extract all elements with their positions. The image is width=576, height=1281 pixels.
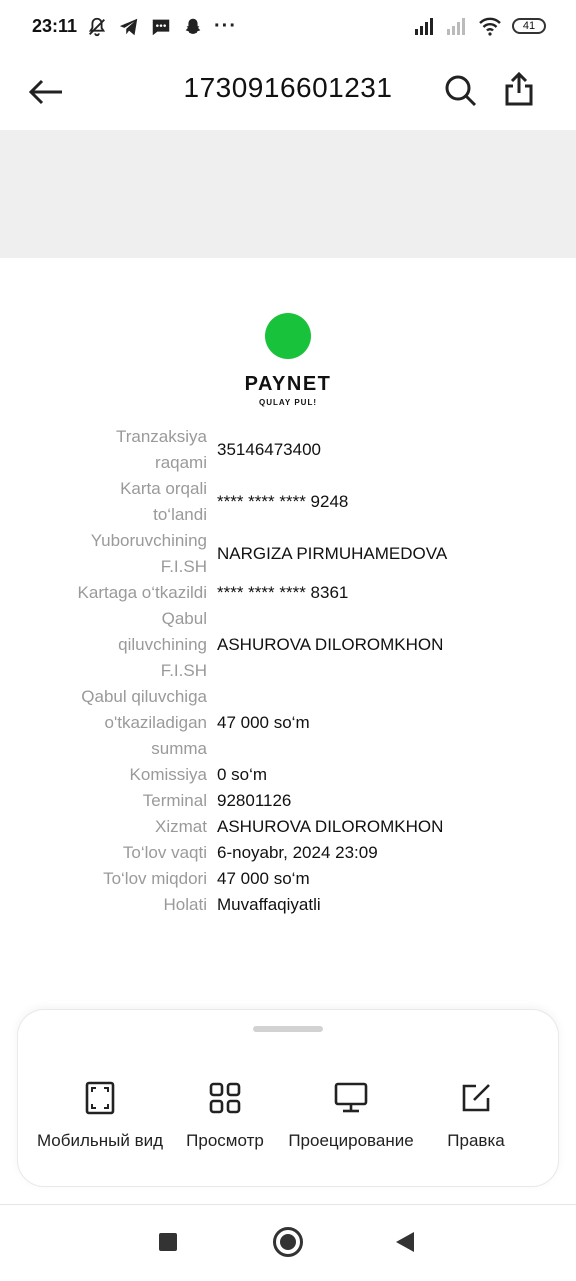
system-nav-bar	[0, 1204, 576, 1281]
row-label: Tranzaksiya raqami	[115, 427, 207, 472]
receipt-row: Kartaga o‘tkazildi **** **** **** 8361	[0, 580, 576, 606]
row-value: **** **** **** 9248	[217, 492, 349, 511]
paynet-logo-mark	[265, 313, 311, 359]
muted-bell-icon	[88, 17, 106, 36]
mobile-view-icon	[85, 1081, 115, 1115]
row-label: To‘lov vaqti	[122, 843, 207, 862]
document-title: 1730916601231	[183, 72, 393, 103]
row-label: Holati	[163, 895, 207, 914]
row-label: Karta orqali to‘landi	[120, 479, 207, 524]
receipt-row: Qabul qiluvchining F.I.SH ASHUROVA DILOR…	[0, 606, 576, 684]
row-value: **** **** **** 8361	[217, 583, 349, 602]
row-value: 35146473400	[217, 440, 322, 459]
row-label: Xizmat	[155, 817, 207, 836]
preview-label: Просмотр	[186, 1131, 264, 1150]
projection-button[interactable]: Проецирование	[286, 1078, 416, 1152]
paynet-logo-text: PAYNET	[244, 373, 332, 395]
receipt-row: To‘lov vaqti 6-noyabr, 2024 23:09	[0, 840, 576, 866]
row-label: Terminal	[142, 791, 207, 810]
receipt-page: PAYNET QULAY PUL! Tranzaksiya raqami 351…	[0, 258, 576, 1074]
mobile-view-button[interactable]: Мобильный вид	[35, 1078, 165, 1152]
grid-view-icon	[209, 1082, 241, 1114]
edit-button[interactable]: Правка	[411, 1078, 541, 1152]
bottom-sheet: Мобильный вид Просмотр Проецирование Пра…	[18, 1010, 558, 1186]
row-label: Qabul qiluvchiga o'tkaziladigan summa	[81, 687, 207, 758]
signal-icon	[415, 18, 433, 35]
message-icon	[152, 19, 170, 35]
share-icon	[505, 72, 533, 106]
battery-indicator: 41	[512, 18, 546, 34]
status-time: 23:11	[32, 16, 78, 36]
search-button[interactable]	[440, 70, 482, 112]
row-value: 92801126	[217, 791, 292, 810]
receipt-row: Komissiya 0 so‘m	[0, 762, 576, 788]
signal-weak-icon	[447, 18, 465, 35]
receipt-row: Holati Muvaffaqiyatli	[0, 892, 576, 918]
telegram-icon	[119, 18, 138, 35]
app-bar: 1730916601231	[0, 56, 576, 130]
sheet-drag-handle[interactable]	[253, 1026, 323, 1032]
receipt-row: Karta orqali to‘landi **** **** **** 924…	[0, 476, 576, 528]
search-icon	[445, 75, 477, 107]
receipt-row: Terminal 92801126	[0, 788, 576, 814]
wifi-icon	[479, 17, 501, 36]
edit-label: Правка	[447, 1131, 505, 1150]
page-gap	[0, 130, 576, 258]
recents-button[interactable]	[159, 1233, 177, 1251]
notification-icons: ···	[86, 15, 237, 38]
system-icons: 41	[414, 16, 546, 36]
edit-icon	[462, 1084, 490, 1112]
row-value: 0 so‘m	[217, 765, 268, 784]
row-value: 47 000 so‘m	[217, 713, 310, 732]
row-label: Qabul qiluvchining F.I.SH	[118, 609, 207, 680]
receipt-row: Xizmat ASHUROVA DILOROMKHON	[0, 814, 576, 840]
projection-label: Проецирование	[288, 1131, 414, 1150]
preview-button[interactable]: Просмотр	[160, 1078, 290, 1152]
row-value: 6-noyabr, 2024 23:09	[217, 843, 378, 862]
receipt-row: To‘lov miqdori 47 000 so‘m	[0, 866, 576, 892]
receipt-details: Tranzaksiya raqami 35146473400 Karta orq…	[0, 424, 576, 918]
snapchat-icon	[185, 18, 201, 34]
row-label: Yuboruvchining F.I.SH	[90, 531, 207, 576]
home-button[interactable]	[273, 1227, 303, 1257]
more-icon: ···	[214, 15, 237, 37]
mobile-view-label: Мобильный вид	[36, 1131, 164, 1150]
row-value: ASHUROVA DILOROMKHON	[217, 635, 444, 654]
row-value: Muvaffaqiyatli	[217, 895, 321, 914]
row-value: 47 000 so‘m	[217, 869, 310, 888]
row-value: ASHUROVA DILOROMKHON	[217, 817, 444, 836]
row-label: Komissiya	[129, 765, 207, 784]
nav-back-button[interactable]	[396, 1232, 414, 1252]
row-label: Kartaga o‘tkazildi	[77, 583, 207, 602]
share-button[interactable]	[498, 68, 540, 110]
receipt-row: Tranzaksiya raqami 35146473400	[0, 424, 576, 476]
paynet-tagline: QULAY PUL!	[258, 398, 317, 407]
receipt-row: Qabul qiluvchiga o'tkaziladigan summa 47…	[0, 684, 576, 762]
receipt-row: Yuboruvchining F.I.SH NARGIZA PIRMUHAMED…	[0, 528, 576, 580]
status-bar: 23:11 ··· 41	[0, 0, 576, 56]
row-value: NARGIZA PIRMUHAMEDOVA	[217, 544, 448, 563]
row-label: To‘lov miqdori	[103, 869, 207, 888]
monitor-icon	[334, 1082, 368, 1113]
